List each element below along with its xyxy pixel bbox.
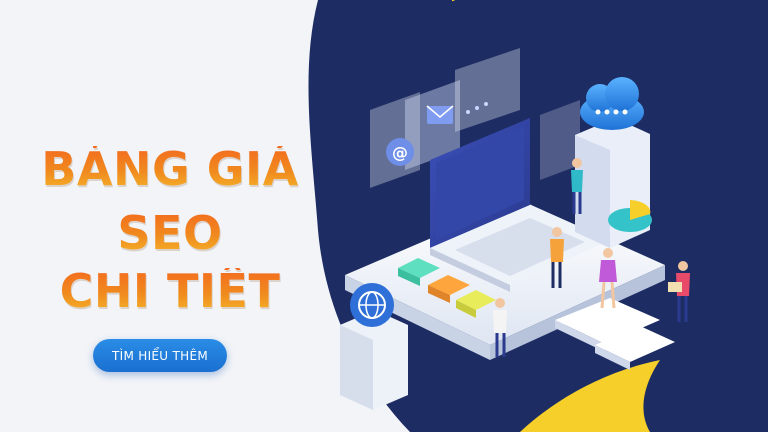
headline-line-2: SEO	[0, 210, 340, 256]
learn-more-button[interactable]: TÌM HIỂU THÊM	[93, 339, 227, 372]
headline-line-3: CHI TIẾT	[0, 268, 340, 314]
seo-pricing-banner: @ BẢNG GIÁ SEO CHI TIẾT TÌM HIỂU THÊM	[0, 0, 768, 432]
at-sign-icon: @	[386, 138, 414, 166]
svg-text:@: @	[392, 143, 408, 162]
headline-line-1: BẢNG GIÁ	[0, 146, 340, 192]
globe-icon	[350, 283, 394, 327]
